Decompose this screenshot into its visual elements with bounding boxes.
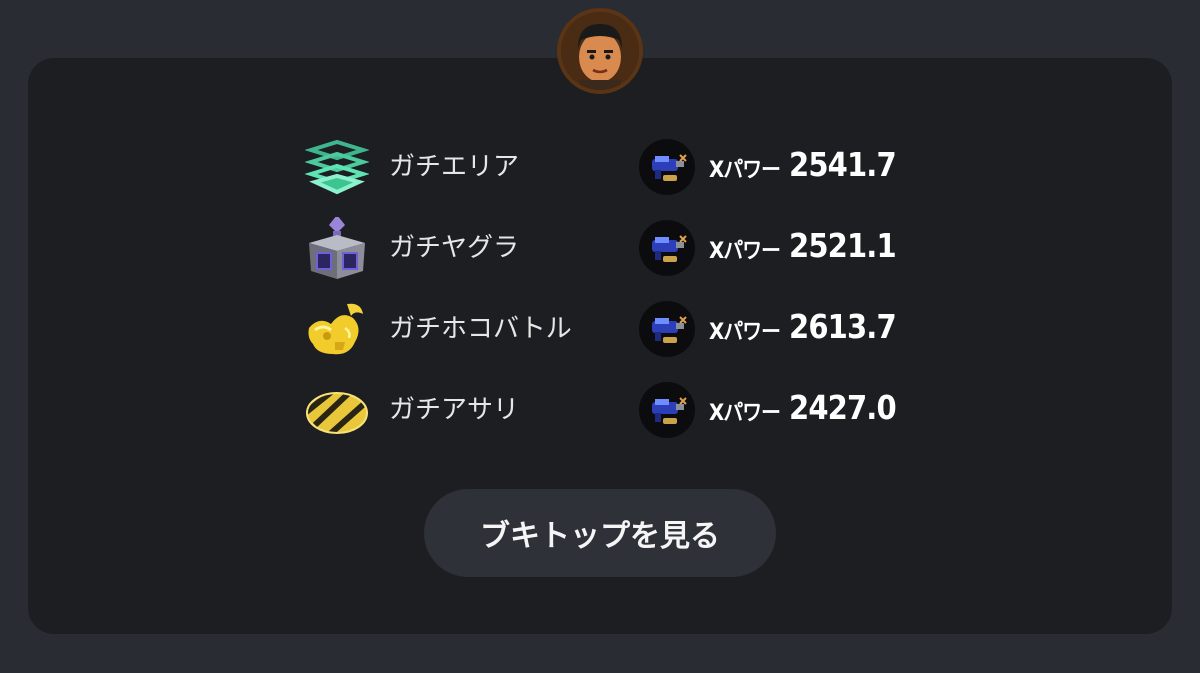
- blaster-weapon-icon: [639, 382, 695, 438]
- xpower-label: Xパワー: [709, 401, 781, 426]
- list-item: ガチヤグラ Xパワー 2521.1: [305, 215, 905, 281]
- list-item: ガチエリア Xパワー 2541.7: [304, 136, 905, 200]
- blaster-weapon-icon: [639, 139, 695, 195]
- rainmaker-icon: [305, 298, 369, 362]
- xpower-label: Xパワー: [709, 239, 781, 264]
- mode-name: ガチエリア: [389, 152, 520, 182]
- xpower-value: 2613.7: [789, 307, 897, 346]
- user-avatar-icon[interactable]: [557, 8, 643, 94]
- xpower-label: Xパワー: [709, 320, 781, 345]
- mode-name: ガチヤグラ: [389, 233, 520, 263]
- splat-zones-icon: [304, 136, 370, 200]
- list-item: ガチホコバトル Xパワー 2613.7: [305, 298, 905, 362]
- xpower-label: Xパワー: [709, 158, 781, 183]
- mode-name: ガチアサリ: [389, 395, 520, 425]
- blaster-weapon-icon: [639, 301, 695, 357]
- mode-name: ガチホコバトル: [389, 314, 572, 344]
- clam-blitz-icon: [305, 379, 369, 443]
- view-weapon-top-button[interactable]: ブキトップを見る: [424, 489, 776, 577]
- tower-control-icon: [305, 215, 369, 281]
- xpower-value: 2427.0: [789, 388, 897, 427]
- xpower-value: 2541.7: [789, 145, 897, 184]
- xpower-value: 2521.1: [789, 226, 897, 265]
- list-item: ガチアサリ Xパワー 2427.0: [305, 379, 905, 443]
- blaster-weapon-icon: [639, 220, 695, 276]
